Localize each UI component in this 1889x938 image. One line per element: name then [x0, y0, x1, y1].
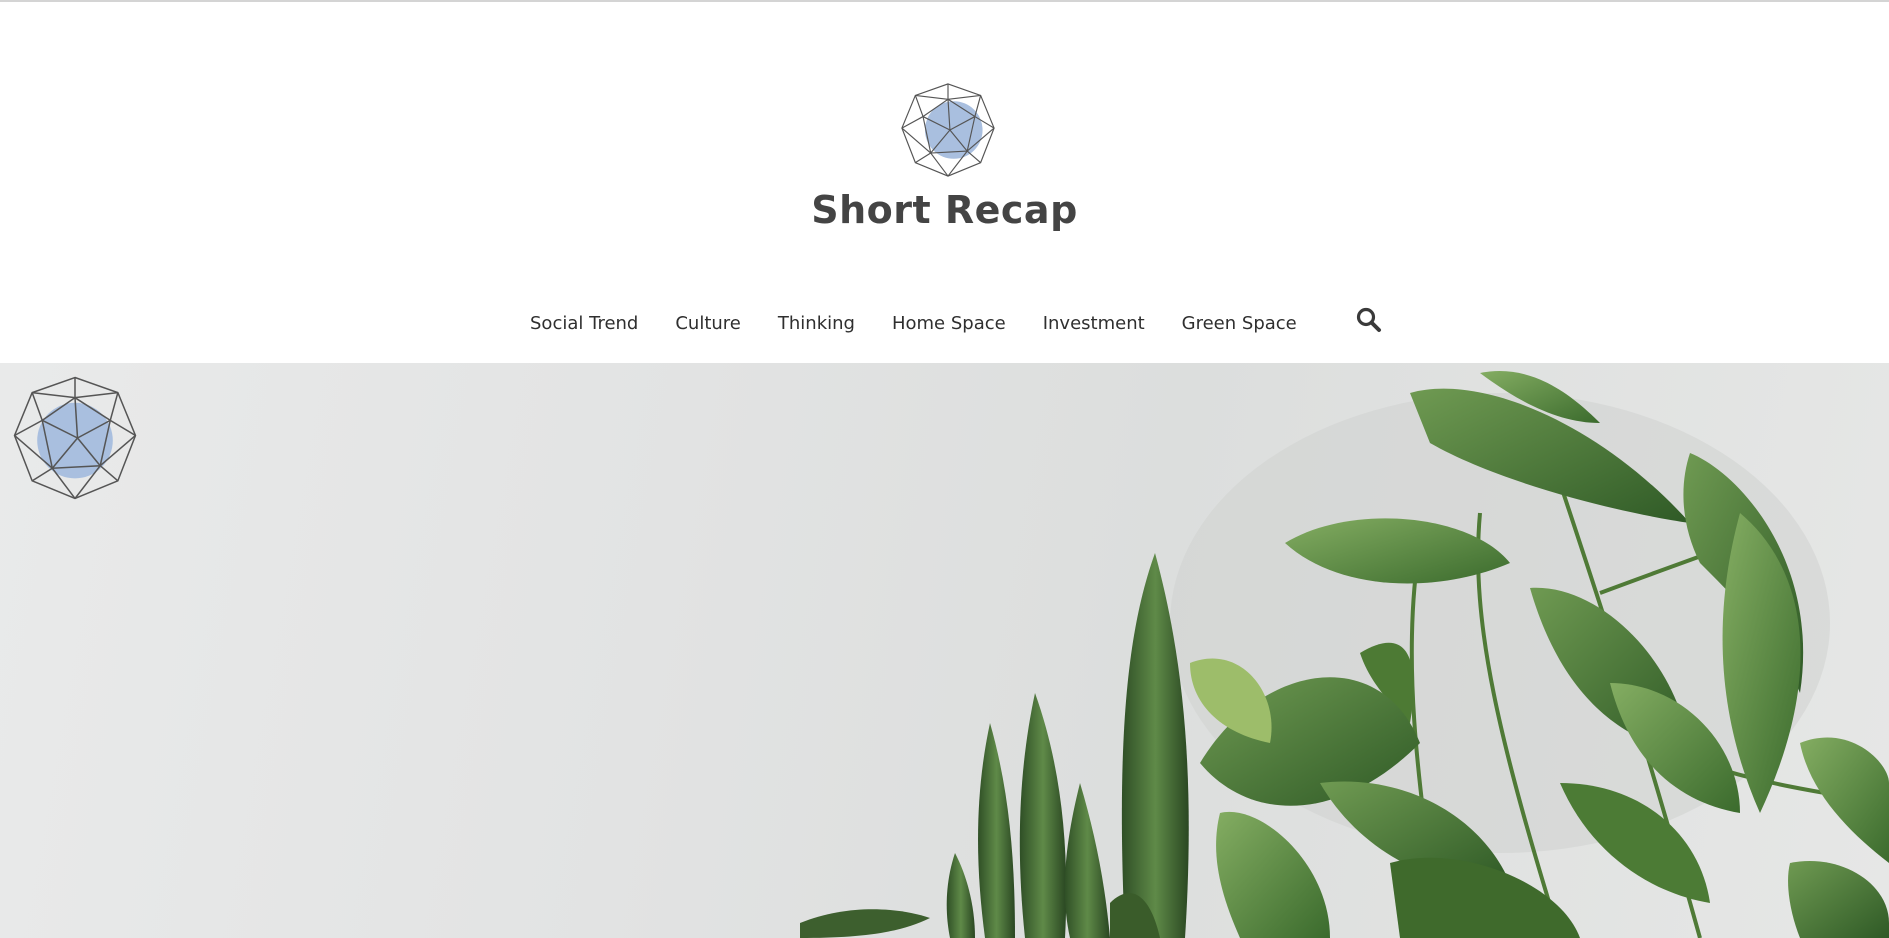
search-button[interactable]: [1355, 306, 1383, 336]
nav-item-social-trend[interactable]: Social Trend: [530, 313, 638, 334]
hero-logo: [12, 375, 138, 501]
nav-item-thinking[interactable]: Thinking: [778, 313, 855, 334]
nav-item-green-space[interactable]: Green Space: [1182, 313, 1297, 334]
indoor-plants-image: [800, 371, 1889, 938]
site-header: Short Recap Social Trend Culture Thinkin…: [0, 2, 1889, 363]
nav-item-investment[interactable]: Investment: [1043, 313, 1145, 334]
search-icon: [1356, 307, 1381, 332]
nav-item-home-space[interactable]: Home Space: [892, 313, 1006, 334]
hero-banner: [0, 363, 1889, 938]
geodesic-sphere-icon: [13, 376, 137, 500]
site-title[interactable]: Short Recap: [0, 188, 1889, 232]
site-logo[interactable]: [900, 82, 996, 178]
main-nav: Social Trend Culture Thinking Home Space…: [0, 306, 1889, 340]
geodesic-sphere-icon: [901, 83, 995, 177]
nav-item-culture[interactable]: Culture: [675, 313, 741, 334]
